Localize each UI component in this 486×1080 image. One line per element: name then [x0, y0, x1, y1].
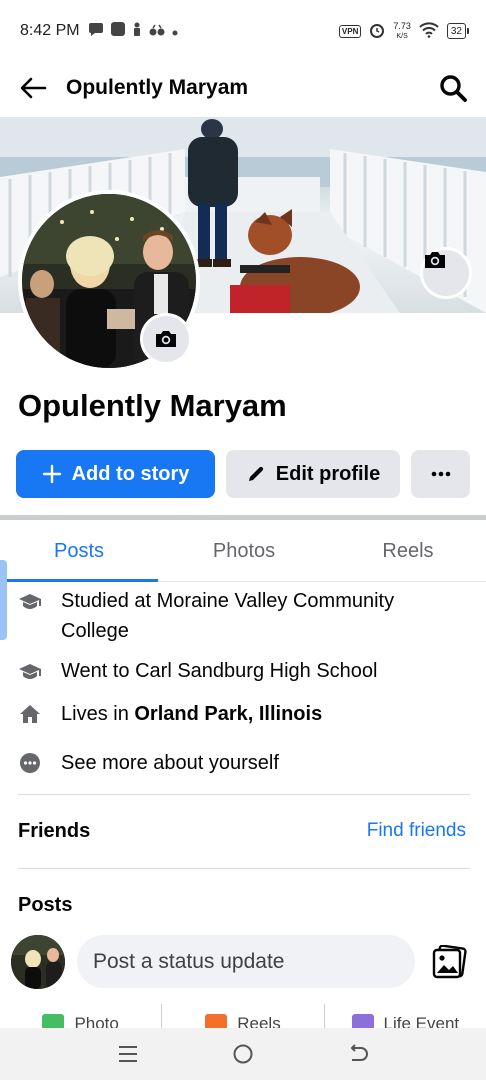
add-photo-button[interactable] — [430, 943, 470, 981]
see-more-about-link[interactable]: See more about yourself — [18, 748, 279, 778]
detail-lives-in-text: Lives in Orland Park, Illinois — [61, 699, 322, 729]
profile-action-buttons: Add to story Edit profile — [16, 450, 470, 498]
composer-avatar[interactable] — [11, 935, 65, 989]
home-icon — [18, 699, 42, 729]
reels-icon — [205, 1014, 228, 1028]
reels-action-button[interactable]: Reels — [161, 1004, 323, 1028]
edit-profile-picture-button[interactable] — [140, 313, 192, 365]
section-divider — [0, 515, 486, 520]
page-title: Opulently Maryam — [66, 76, 249, 99]
detail-education-highschool: Went to Carl Sandburg High School — [18, 656, 377, 686]
system-navigation-bar — [0, 1028, 486, 1080]
posts-section-title: Posts — [18, 894, 73, 916]
more-horizontal-icon — [431, 471, 450, 477]
reels-action-label: Reels — [237, 1014, 281, 1028]
detail-education-college: Studied at Moraine Valley Community Coll… — [18, 586, 458, 646]
app-notification-icon — [110, 22, 125, 40]
back-nav-button[interactable] — [338, 1034, 378, 1074]
tab-photos[interactable]: Photos — [158, 522, 330, 581]
detail-education-highschool-text: Went to Carl Sandburg High School — [61, 660, 378, 682]
photo-icon — [42, 1014, 65, 1028]
search-icon — [440, 75, 467, 102]
more-options-button[interactable] — [411, 450, 470, 498]
graduation-cap-icon — [18, 586, 42, 616]
photo-gallery-icon — [432, 945, 467, 979]
alarm-icon — [369, 22, 385, 41]
status-time: 8:42 PM — [20, 22, 80, 39]
notification-icons — [88, 22, 178, 40]
vpn-icon: VPN — [338, 24, 362, 38]
lives-in-prefix: Lives in — [61, 703, 135, 725]
recent-apps-button[interactable] — [108, 1034, 148, 1074]
glasses-notification-icon — [149, 23, 165, 40]
post-actions-row: Photo Reels Life Event — [0, 1004, 486, 1028]
life-event-action-button[interactable]: Life Event — [323, 1004, 486, 1028]
find-friends-link[interactable]: Find friends — [367, 820, 466, 842]
wifi-icon — [419, 21, 439, 41]
battery-level: 32 — [450, 25, 462, 37]
menu-lines-icon — [118, 1046, 137, 1062]
search-button[interactable] — [436, 71, 470, 105]
pencil-icon — [248, 466, 263, 481]
person-notification-icon — [132, 22, 142, 40]
camera-icon — [425, 252, 445, 268]
friends-section-title: Friends — [18, 820, 91, 842]
lives-in-place[interactable]: Orland Park, Illinois — [134, 703, 322, 725]
photo-action-button[interactable]: Photo — [0, 1004, 161, 1028]
see-more-about-text: See more about yourself — [61, 752, 279, 774]
speed-value: 7.73 — [393, 20, 411, 31]
messenger-notification-icon — [88, 22, 104, 40]
detail-education-college-text: Studied at Moraine Valley Community Coll… — [61, 590, 395, 642]
status-update-input[interactable]: Post a status update — [77, 935, 415, 988]
graduation-cap-icon — [18, 656, 42, 686]
tab-posts[interactable]: Posts — [0, 522, 158, 582]
flag-icon — [351, 1014, 374, 1028]
divider — [18, 868, 470, 869]
profile-name: Opulently Maryam — [18, 388, 287, 423]
battery-icon: 32 — [446, 23, 470, 39]
edit-cover-photo-button[interactable] — [420, 247, 472, 299]
back-button[interactable] — [16, 71, 50, 105]
photo-action-label: Photo — [74, 1014, 119, 1028]
add-to-story-label: Add to story — [71, 462, 190, 485]
home-circle-icon — [233, 1044, 253, 1064]
more-circle-icon — [18, 748, 42, 778]
more-notifications-dot-icon — [172, 23, 178, 40]
edge-panel-handle[interactable] — [0, 560, 7, 640]
avatar-image — [11, 935, 65, 989]
home-button[interactable] — [223, 1034, 263, 1074]
back-curve-icon — [350, 1044, 369, 1061]
speed-unit: K/S — [396, 32, 408, 40]
back-arrow-icon — [20, 77, 47, 99]
camera-icon — [156, 331, 176, 347]
top-app-bar: Opulently Maryam — [0, 62, 486, 114]
network-speed: 7.73 K/S — [393, 20, 411, 41]
edit-profile-label: Edit profile — [275, 462, 381, 485]
profile-tabs: Posts Photos Reels — [0, 522, 486, 582]
divider — [18, 794, 470, 795]
add-to-story-button[interactable]: Add to story — [16, 450, 215, 498]
edit-profile-button[interactable]: Edit profile — [226, 450, 400, 498]
plus-icon — [42, 464, 61, 484]
life-event-action-label: Life Event — [383, 1014, 460, 1028]
status-bar: 8:42 PM VPN 7.73 K/S 32 — [0, 0, 486, 62]
tab-reels[interactable]: Reels — [330, 522, 486, 581]
status-update-placeholder: Post a status update — [93, 949, 285, 973]
detail-lives-in: Lives in Orland Park, Illinois — [18, 699, 322, 729]
